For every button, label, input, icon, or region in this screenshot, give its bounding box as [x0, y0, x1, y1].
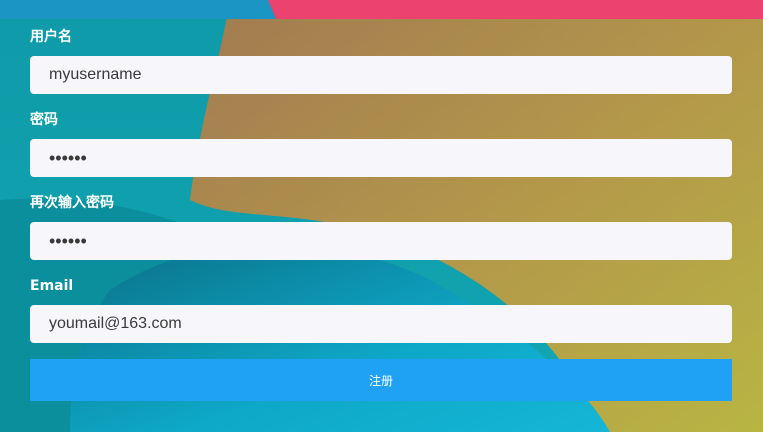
confirm-password-input[interactable]: ••••••: [30, 222, 732, 260]
username-label: 用户名: [30, 29, 72, 45]
confirm-password-label: 再次输入密码: [30, 195, 114, 211]
username-input[interactable]: myusername: [30, 56, 732, 94]
register-button[interactable]: 注册: [30, 359, 732, 401]
password-input[interactable]: ••••••: [30, 139, 732, 177]
password-label: 密码: [30, 112, 58, 128]
email-input[interactable]: youmail@163.com: [30, 305, 732, 343]
email-label: Email: [30, 278, 74, 294]
